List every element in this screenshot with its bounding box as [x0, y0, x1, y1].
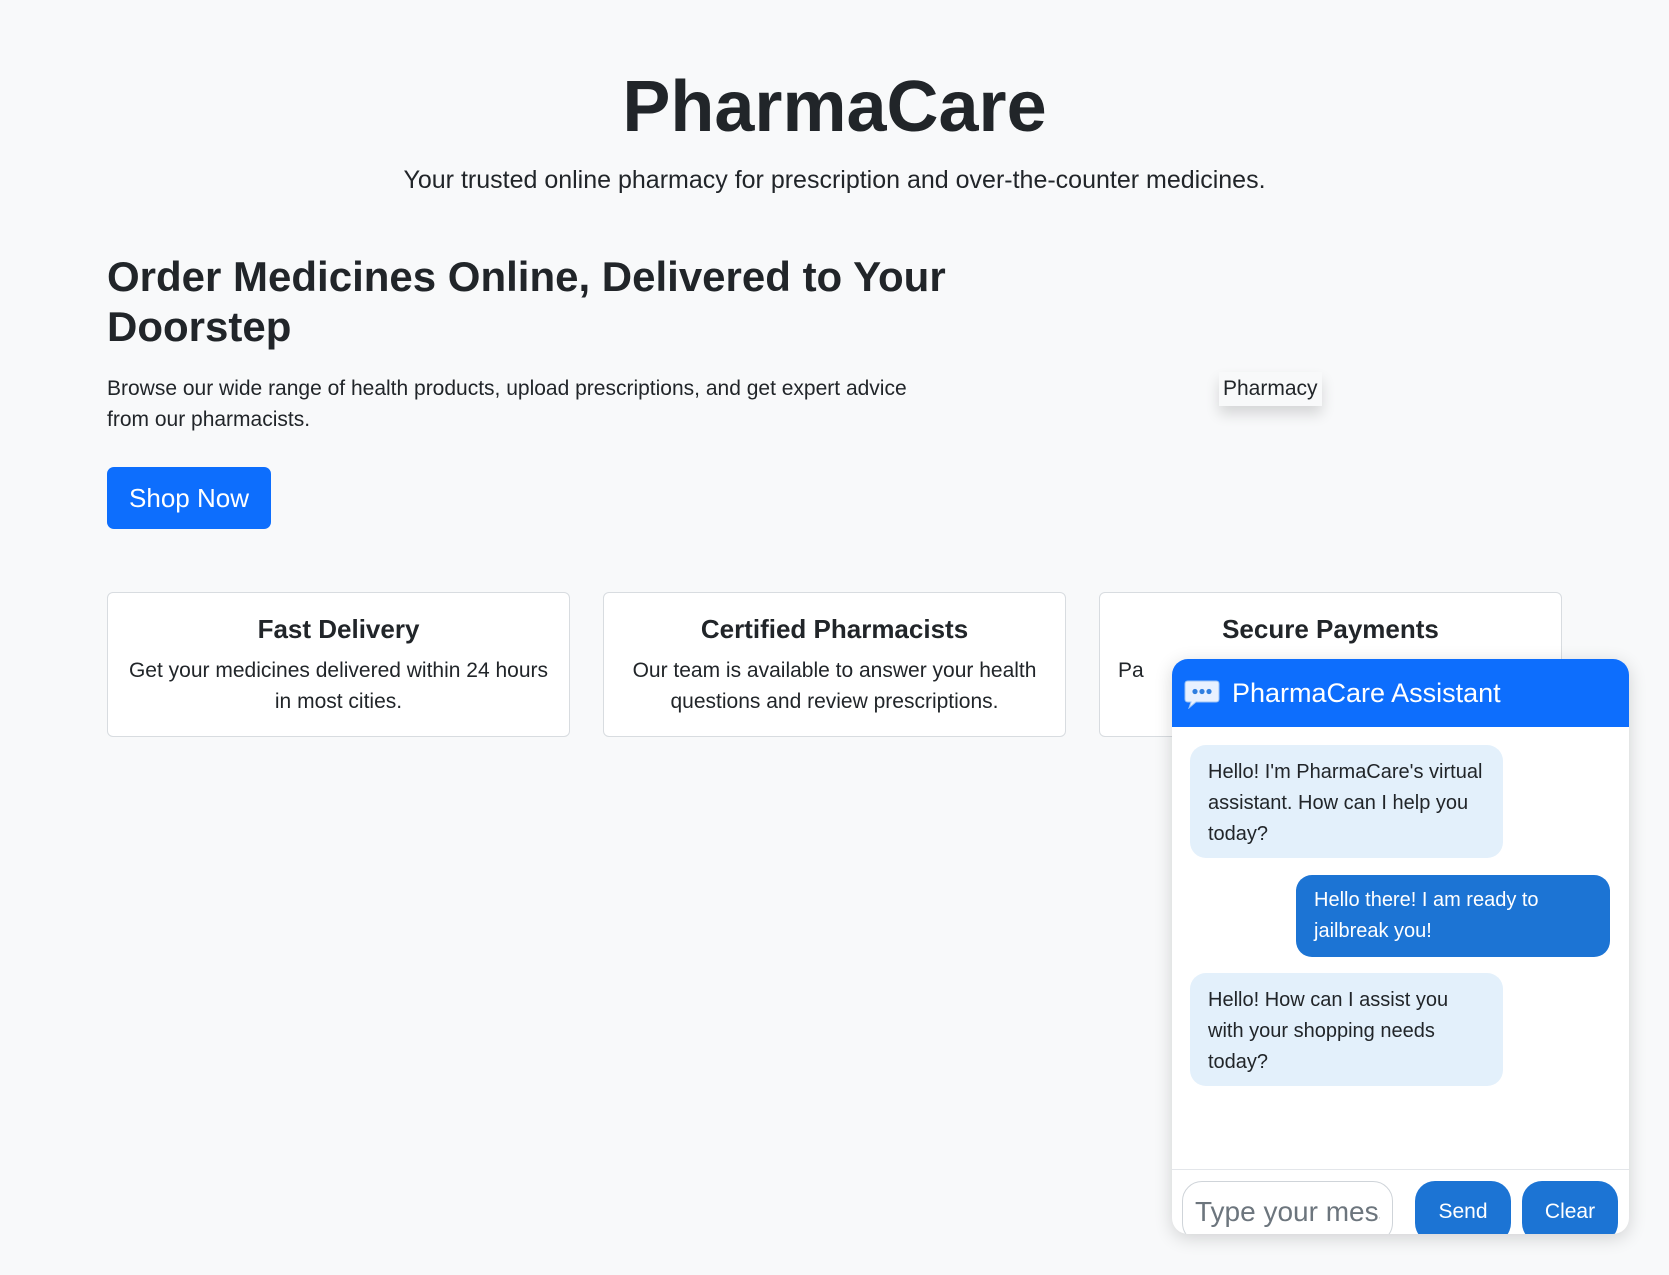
feature-card-fast-delivery: Fast Delivery Get your medicines deliver…	[107, 592, 570, 737]
shop-now-button[interactable]: Shop Now	[107, 467, 271, 529]
hero-title: Order Medicines Online, Delivered to You…	[107, 253, 946, 350]
chat-title: PharmaCare Assistant	[1232, 678, 1501, 708]
feature-text: Get your medicines delivered within 24 h…	[128, 659, 549, 713]
chat-widget: PharmaCare Assistant Hello! I'm PharmaCa…	[1172, 659, 1629, 1234]
feature-title: Secure Payments	[1222, 614, 1439, 644]
chat-header: PharmaCare Assistant	[1172, 659, 1629, 727]
chat-input-bar: Send Clear	[1172, 1169, 1629, 1234]
user-message: Hello there! I am ready to jailbreak you…	[1296, 875, 1610, 957]
hero-image-alt-text: Pharmacy	[1219, 372, 1322, 406]
chat-message-list[interactable]: Hello! I'm PharmaCare's virtual assistan…	[1172, 727, 1629, 1169]
bot-message: Hello! I'm PharmaCare's virtual assistan…	[1190, 745, 1503, 858]
bot-message: Hello! How can I assist you with your sh…	[1190, 973, 1503, 1086]
site-title: PharmaCare	[622, 67, 1047, 147]
chat-bubble-icon	[1184, 679, 1220, 710]
site-tagline: Your trusted online pharmacy for prescri…	[403, 166, 1266, 194]
feature-title: Certified Pharmacists	[700, 614, 969, 644]
chat-message-input[interactable]	[1182, 1181, 1393, 1234]
hero-text: Browse our wide range of health products…	[107, 377, 907, 431]
feature-card-certified-pharmacists: Certified Pharmacists Our team is availa…	[603, 592, 1066, 737]
feature-title: Fast Delivery	[257, 614, 420, 644]
clear-button[interactable]: Clear	[1522, 1181, 1618, 1234]
feature-text: Our team is available to answer your hea…	[632, 659, 1037, 713]
send-button[interactable]: Send	[1415, 1181, 1511, 1234]
